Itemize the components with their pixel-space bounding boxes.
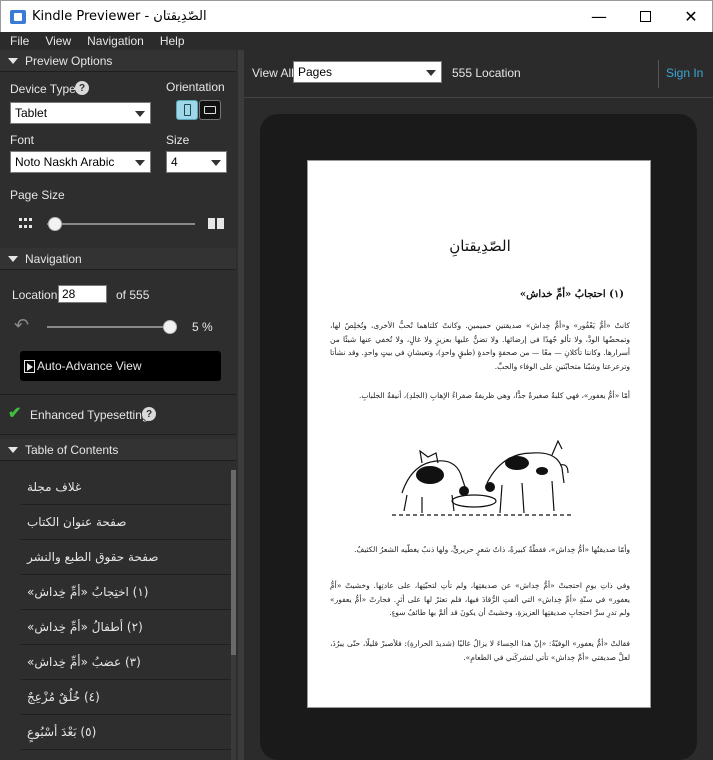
size-value: 4 xyxy=(171,155,178,169)
menu-view[interactable]: View xyxy=(35,34,77,48)
menu-file[interactable]: File xyxy=(0,34,35,48)
device-type-select[interactable]: Tablet xyxy=(10,102,151,124)
page-size-label: Page Size xyxy=(10,188,65,202)
font-label: Font xyxy=(10,133,35,147)
location-slider-handle[interactable] xyxy=(163,320,177,334)
toc-scrollbar[interactable] xyxy=(231,470,236,760)
sign-in-link[interactable]: Sign In xyxy=(666,66,703,80)
window-title: Kindle Previewer - الصّدِيقتان xyxy=(32,9,207,24)
divider xyxy=(0,434,236,435)
device-type-label: Device Type xyxy=(10,82,76,96)
small-pages-grid-icon xyxy=(19,218,33,230)
size-label: Size xyxy=(166,133,190,147)
preview-options-title: Preview Options xyxy=(25,53,113,68)
toc-item[interactable]: (٤) خُلُقٌ مُزْعِجٌ xyxy=(21,680,231,715)
toc-scrollbar-thumb[interactable] xyxy=(231,470,236,655)
table-of-contents-title: Table of Contents xyxy=(25,442,119,457)
toc-item[interactable]: غلاف مجلة xyxy=(21,470,231,505)
location-label: Location xyxy=(12,288,58,302)
book-paragraph: وأمّا صديقتُها «أمُّ خِداش»، فقطّةٌ كبير… xyxy=(354,545,630,554)
book-paragraph: كانتْ «أمُّ يَعْفُور» و«أمُّ خِداش» صديق… xyxy=(330,321,630,371)
preview-options-header[interactable]: Preview Options xyxy=(0,50,236,72)
auto-advance-view-button[interactable]: Auto-Advance View xyxy=(20,351,221,381)
toolbar-separator xyxy=(658,60,659,88)
location-slider-track[interactable] xyxy=(47,326,175,328)
menu-help[interactable]: Help xyxy=(150,34,191,48)
toc-item[interactable]: (١) اختِجابُ «أمِّ خِداش» xyxy=(21,575,231,610)
checkmark-icon: ✔ xyxy=(8,405,22,422)
menu-bar: File View Navigation Help xyxy=(0,32,713,50)
view-mode-value: Pages xyxy=(298,65,333,79)
back-arrow-icon[interactable]: ↶ xyxy=(14,315,29,336)
play-icon xyxy=(24,359,35,373)
preview-toolbar: View All Pages 555 Location Sign In xyxy=(244,50,713,98)
view-mode-select[interactable]: Pages xyxy=(293,61,442,83)
book-title: الصّدِيقتانِ xyxy=(449,237,511,255)
landscape-icon xyxy=(204,106,216,114)
maximize-button[interactable] xyxy=(622,1,668,31)
chevron-down-icon xyxy=(211,160,221,166)
minimize-button[interactable]: — xyxy=(576,1,622,31)
toc-item[interactable]: صفحة حقوق الطبع والنشر xyxy=(21,540,231,575)
location-total-label: of 555 xyxy=(116,288,150,302)
navigation-title: Navigation xyxy=(25,251,82,266)
collapse-triangle-icon xyxy=(8,57,18,64)
auto-advance-label: Auto-Advance View xyxy=(37,359,142,373)
minimize-icon: — xyxy=(591,6,607,26)
toc-item[interactable]: (٣) عضبُ «أمِّ خِداش» xyxy=(21,645,231,680)
chevron-down-icon xyxy=(135,111,145,117)
progress-percent: 5 % xyxy=(192,320,213,334)
location-input[interactable]: 28 xyxy=(58,285,107,303)
view-all-label: View All xyxy=(252,66,294,80)
kindle-previewer-app-icon xyxy=(10,9,26,24)
location-value: 28 xyxy=(62,287,76,301)
close-button[interactable]: ✕ xyxy=(668,1,713,31)
table-of-contents-list: غلاف مجلة صفحة عنوان الكتاب صفحة حقوق ال… xyxy=(21,470,231,750)
device-type-help-icon[interactable]: ? xyxy=(75,81,89,95)
collapse-triangle-icon xyxy=(8,255,18,262)
page-size-slider-handle[interactable] xyxy=(48,217,62,231)
font-select[interactable]: Noto Naskh Arabic xyxy=(10,151,151,173)
menu-navigation[interactable]: Navigation xyxy=(77,34,150,48)
orientation-label: Orientation xyxy=(166,80,225,94)
page-size-slider-track[interactable] xyxy=(47,223,195,225)
font-value: Noto Naskh Arabic xyxy=(15,155,115,169)
cat-and-dog-illustration xyxy=(392,439,572,516)
chevron-down-icon xyxy=(135,160,145,166)
portrait-icon xyxy=(184,104,191,116)
maximize-icon xyxy=(639,10,651,22)
left-panel: Preview Options Device Type ? Orientatio… xyxy=(0,50,238,760)
navigation-header[interactable]: Navigation xyxy=(0,248,236,270)
book-page[interactable]: الصّدِيقتانِ (١) احتجابُ «أمِّ خداش» كان… xyxy=(307,160,651,708)
landscape-orientation-button[interactable] xyxy=(199,100,221,120)
chapter-heading: (١) احتجابُ «أمِّ خداش» xyxy=(519,289,624,300)
book-paragraph: أمّا «أمُّ يعفور»، فهي كلبةٌ صغيرةٌ جدًّ… xyxy=(359,391,630,400)
divider xyxy=(0,394,236,395)
collapse-triangle-icon xyxy=(8,446,18,453)
size-select[interactable]: 4 xyxy=(166,151,227,173)
toc-item[interactable]: صفحة عنوان الكتاب xyxy=(21,505,231,540)
enhanced-typesetting-help-icon[interactable]: ? xyxy=(142,407,156,421)
large-pages-icon xyxy=(208,218,224,230)
portrait-orientation-button[interactable] xyxy=(176,100,198,120)
location-readout: 555 Location xyxy=(452,66,521,80)
toc-item[interactable]: (٢) أطفالُ «أمِّ خِداش» xyxy=(21,610,231,645)
close-icon: ✕ xyxy=(684,6,698,26)
device-type-value: Tablet xyxy=(15,106,48,120)
chevron-down-icon xyxy=(426,70,436,76)
book-paragraph: وفي ذاتِ يومٍ احتجبتْ «أمُّ خِداش» عن صد… xyxy=(330,581,630,617)
table-of-contents-header[interactable]: Table of Contents xyxy=(0,439,236,461)
enhanced-typesetting-label: Enhanced Typesetting xyxy=(30,408,149,422)
toc-item[interactable]: (٥) بَعْدَ أسْبُوعٍ xyxy=(21,715,231,750)
title-bar: Kindle Previewer - الصّدِيقتان — ✕ xyxy=(0,0,713,32)
book-paragraph: فقالتْ «أمُّ يعفور» الوفيّةُ: «إنّ هذا ا… xyxy=(330,639,630,662)
